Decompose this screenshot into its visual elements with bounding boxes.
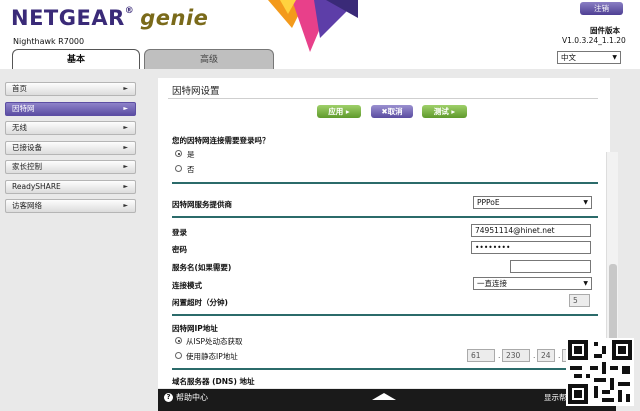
dropdown-arrow-icon: ▼ bbox=[612, 54, 617, 61]
sidebar-item-guest-network[interactable]: 访客网络 ► bbox=[5, 199, 136, 213]
service-name-input[interactable] bbox=[510, 260, 591, 273]
login-input-value: 74951114@hinet.net bbox=[475, 226, 555, 235]
isp-label: 因特网服务提供商 bbox=[172, 200, 232, 209]
help-footer: ? 帮助中心 显示帮助中心 bbox=[158, 389, 616, 411]
connection-mode-select[interactable]: 一直连接 ▼ bbox=[473, 277, 592, 290]
cancel-button[interactable]: ✖取消 bbox=[371, 105, 413, 118]
ip-dot-separator: . bbox=[558, 351, 561, 360]
section-divider bbox=[172, 182, 598, 184]
ip-dot-separator: . bbox=[498, 351, 501, 360]
apply-button[interactable]: 应用 ▸ bbox=[317, 105, 361, 118]
sidebar-item-label: 已接设备 bbox=[12, 142, 42, 152]
isp-select-value: PPPoE bbox=[477, 198, 500, 207]
login-required-question: 您的因特网连接需要登录吗？ bbox=[172, 136, 270, 145]
login-no-radio[interactable] bbox=[175, 165, 182, 172]
sidebar-item-internet[interactable]: 因特网 ► bbox=[5, 101, 136, 116]
ip-octet-3-input[interactable]: 24 bbox=[537, 349, 555, 362]
section-divider bbox=[172, 314, 598, 316]
sidebar-item-label: 无线 bbox=[12, 123, 27, 132]
login-yes-radio[interactable] bbox=[175, 150, 182, 157]
dropdown-arrow-icon: ▼ bbox=[583, 199, 588, 206]
chevron-right-icon: ► bbox=[123, 85, 128, 92]
idle-timeout-label: 闲置超时（分钟) bbox=[172, 298, 228, 307]
password-label: 密码 bbox=[172, 245, 187, 254]
sidebar-item-label: ReadySHARE bbox=[12, 181, 61, 191]
brand-reg-mark: ® bbox=[124, 6, 135, 16]
sidebar: 首页 ► 因特网 ► 无线 ► 已接设备 ► 家长控制 ► ReadySHARE ► 访客网… bbox=[5, 82, 136, 219]
ip-dynamic-label: 从ISP处动态获取 bbox=[186, 337, 243, 346]
chevron-right-icon: ► bbox=[123, 182, 128, 190]
expand-up-arrow-icon[interactable] bbox=[372, 393, 396, 400]
ip-static-radio[interactable] bbox=[175, 352, 182, 359]
ip-dot-separator: . bbox=[533, 351, 536, 360]
help-icon[interactable]: ? bbox=[164, 393, 173, 402]
ip-octet-value: 230 bbox=[506, 351, 521, 360]
isp-select[interactable]: PPPoE ▼ bbox=[473, 196, 592, 209]
sidebar-item-parental-controls[interactable]: 家长控制 ► bbox=[5, 160, 136, 174]
help-center-link[interactable]: 帮助中心 bbox=[176, 392, 208, 403]
tab-basic[interactable]: 基本 bbox=[12, 49, 140, 69]
password-input-value: •••••••• bbox=[475, 243, 511, 252]
chevron-right-icon: ► bbox=[123, 104, 128, 112]
header-decoration-graphic bbox=[268, 0, 358, 52]
ip-octet-2-input[interactable]: 230 bbox=[502, 349, 530, 362]
idle-timeout-value: 5 bbox=[573, 296, 578, 305]
chevron-right-icon: ► bbox=[123, 143, 128, 151]
ip-octet-value: 24 bbox=[541, 351, 551, 360]
brand-product: genie bbox=[140, 6, 209, 30]
scrollbar-thumb[interactable] bbox=[609, 264, 617, 342]
sidebar-item-label: 访客网络 bbox=[12, 201, 42, 210]
tab-advanced[interactable]: 高级 bbox=[144, 49, 274, 69]
chevron-right-icon: ► bbox=[123, 163, 128, 170]
login-no-label: 否 bbox=[187, 165, 195, 174]
login-input[interactable]: 74951114@hinet.net bbox=[471, 224, 591, 237]
sidebar-item-wireless[interactable]: 无线 ► bbox=[5, 121, 136, 135]
sidebar-item-readyshare[interactable]: ReadySHARE ► bbox=[5, 179, 136, 194]
login-yes-label: 是 bbox=[187, 150, 195, 159]
connection-mode-label: 连接模式 bbox=[172, 281, 202, 290]
header: NETGEAR® genie Nighthawk R7000 注销 固件版本 V1… bbox=[0, 0, 640, 70]
ip-octet-1-input[interactable]: 61 bbox=[467, 349, 495, 362]
login-label: 登录 bbox=[172, 228, 187, 237]
firmware-version: V1.0.3.24_1.1.20 bbox=[562, 36, 626, 45]
netgear-genie-logo: NETGEAR® genie bbox=[11, 6, 208, 30]
chevron-right-icon: ► bbox=[123, 124, 128, 131]
sidebar-item-label: 家长控制 bbox=[12, 162, 42, 171]
model-name: Nighthawk R7000 bbox=[13, 37, 85, 46]
connection-mode-value: 一直连接 bbox=[477, 279, 507, 288]
sidebar-item-home[interactable]: 首页 ► bbox=[5, 82, 136, 96]
ip-dynamic-radio[interactable] bbox=[175, 337, 182, 344]
sidebar-item-label: 因特网 bbox=[12, 103, 35, 113]
sidebar-item-label: 首页 bbox=[12, 84, 27, 93]
divider bbox=[168, 98, 598, 99]
brand-name: NETGEAR bbox=[11, 6, 125, 30]
section-divider bbox=[172, 368, 598, 370]
sidebar-item-attached-devices[interactable]: 已接设备 ► bbox=[5, 140, 136, 155]
qr-code-image bbox=[566, 338, 634, 406]
internet-ip-label: 因特网IP地址 bbox=[172, 324, 218, 333]
test-button[interactable]: 测试 ▸ bbox=[422, 105, 467, 118]
service-name-label: 服务名(如果需要) bbox=[172, 263, 232, 272]
password-input[interactable]: •••••••• bbox=[471, 241, 591, 254]
idle-timeout-input[interactable]: 5 bbox=[569, 294, 590, 307]
ip-octet-value: 61 bbox=[471, 351, 481, 360]
dns-label: 域名服务器 (DNS) 地址 bbox=[172, 377, 255, 386]
language-value: 中文 bbox=[561, 53, 576, 62]
ip-static-label: 使用静态IP地址 bbox=[186, 352, 238, 361]
firmware-label: 固件版本 bbox=[590, 26, 620, 35]
dropdown-arrow-icon: ▼ bbox=[583, 280, 588, 287]
page-title: 因特网设置 bbox=[172, 86, 220, 97]
language-select[interactable]: 中文 ▼ bbox=[557, 51, 621, 64]
internet-settings-panel: 因特网设置 应用 ▸ ✖取消 测试 ▸ 您的因特网连接需要登录吗？ 是 否 因特… bbox=[158, 78, 610, 388]
logout-button[interactable]: 注销 bbox=[580, 2, 623, 15]
chevron-right-icon: ► bbox=[123, 202, 128, 209]
section-divider bbox=[172, 216, 598, 218]
